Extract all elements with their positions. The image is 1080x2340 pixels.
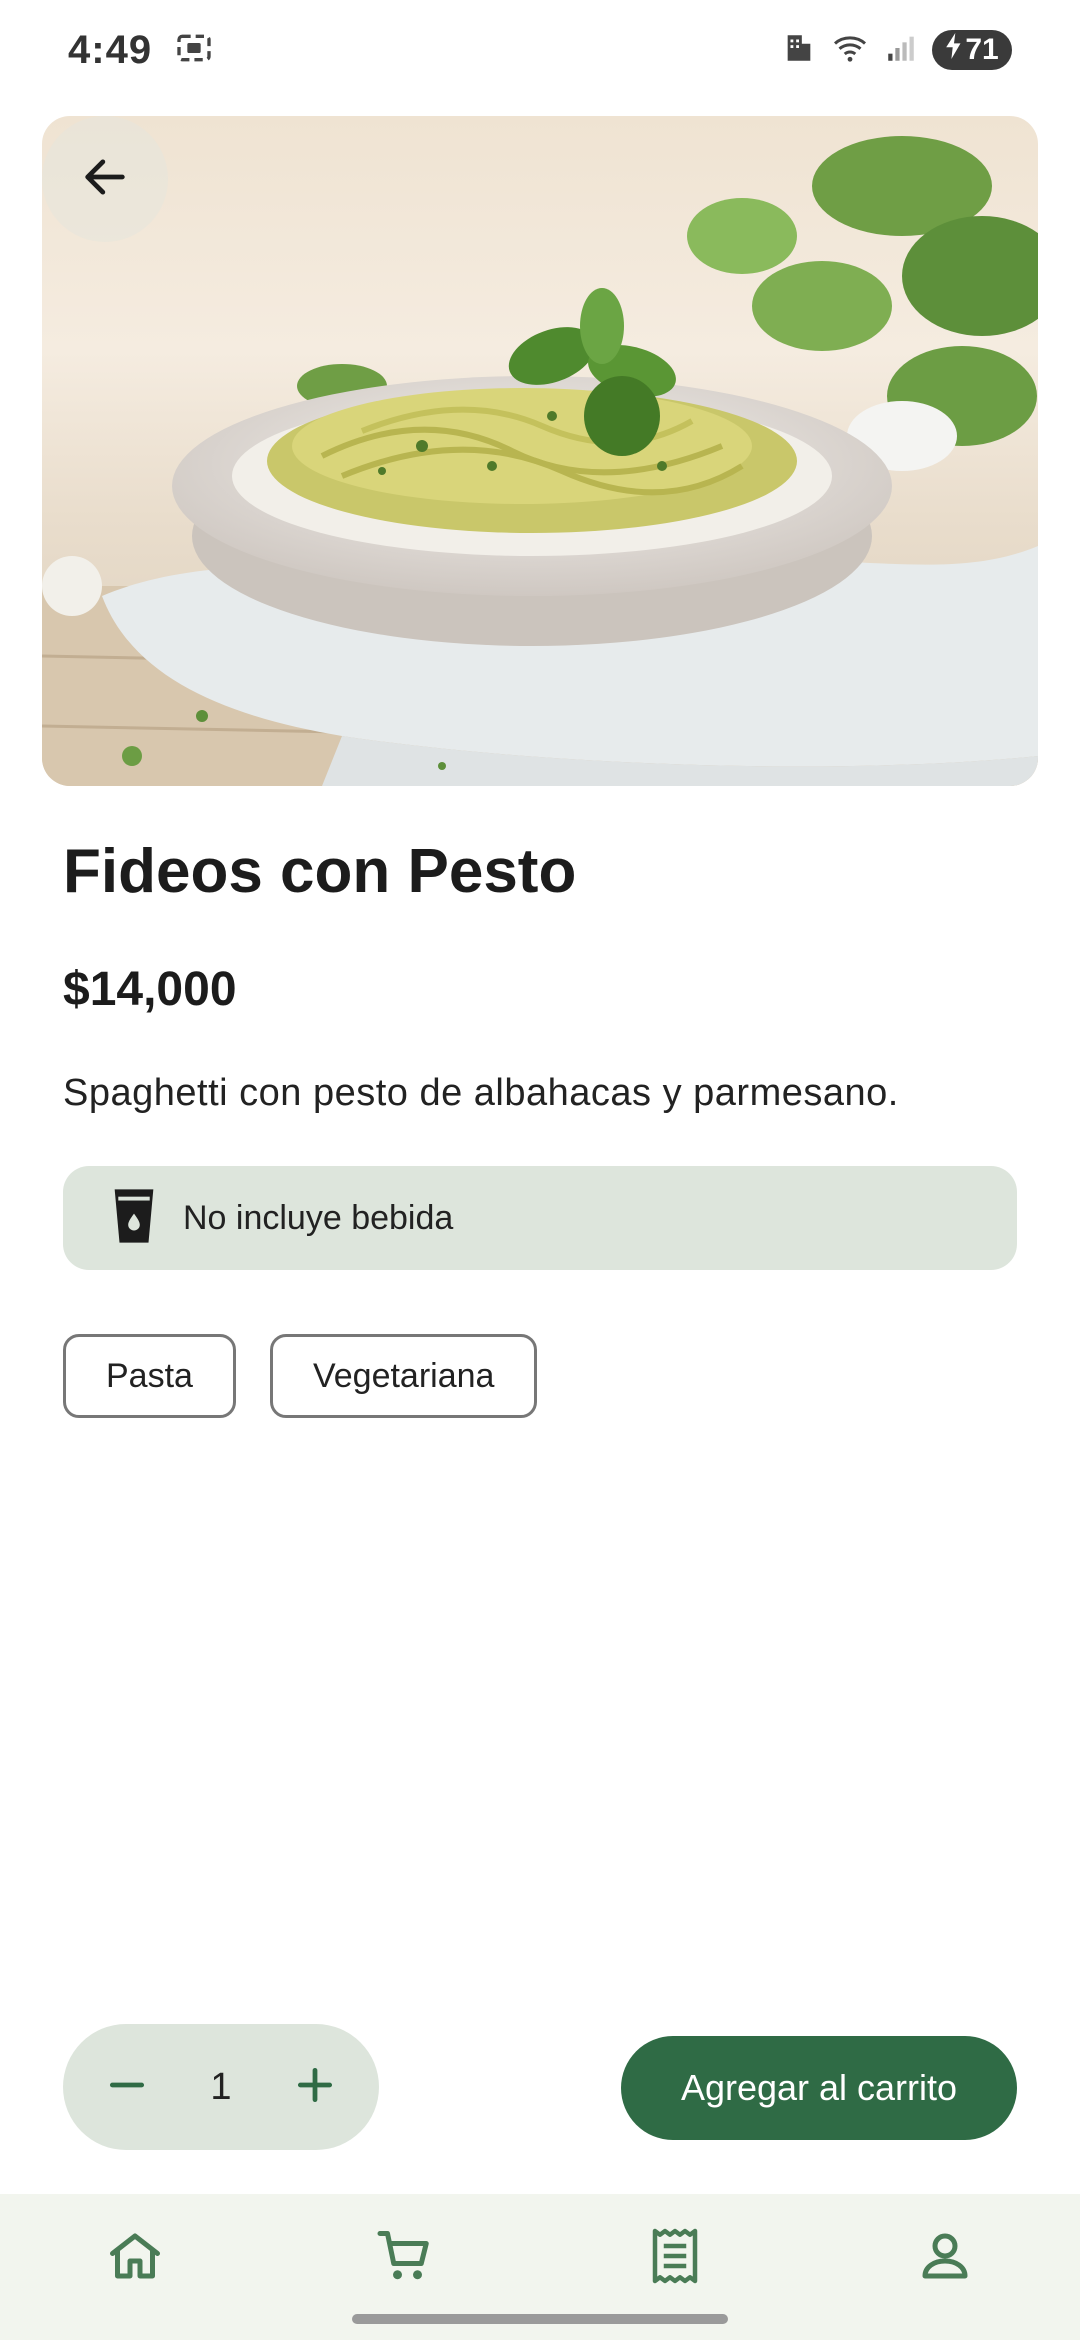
tag-list: Pasta Vegetariana: [63, 1334, 538, 1418]
product-description: Spaghetti con pesto de albahacas y parme…: [63, 1072, 899, 1114]
product-detail-screen: 4:49 71 Fideos con Pesto $14,000 Spaghet…: [0, 0, 1080, 2340]
person-icon: [915, 2226, 975, 2291]
quantity-stepper: 1: [63, 2024, 379, 2150]
cup-icon: [109, 1187, 159, 1250]
plus-icon: [293, 2063, 337, 2112]
cart-icon: [375, 2226, 435, 2291]
battery-level: 71: [965, 33, 999, 66]
battery-indicator: 71: [932, 30, 1012, 70]
status-left: 4:49: [68, 28, 214, 73]
screenshot-icon: [174, 28, 214, 73]
nav-profile[interactable]: [885, 2213, 1005, 2303]
decrease-button[interactable]: [99, 2059, 155, 2115]
nav-home[interactable]: [75, 2213, 195, 2303]
nav-cart[interactable]: [345, 2213, 465, 2303]
charging-icon: [945, 33, 963, 67]
home-icon: [105, 2226, 165, 2291]
status-bar: 4:49 71: [0, 0, 1080, 100]
tag-pasta[interactable]: Pasta: [63, 1334, 236, 1418]
minus-icon: [105, 2063, 149, 2112]
quantity-value: 1: [210, 2065, 232, 2108]
arrow-back-icon: [79, 151, 131, 208]
nav-orders[interactable]: [615, 2213, 735, 2303]
signal-icon: [884, 31, 918, 70]
tag-vegetariana[interactable]: Vegetariana: [269, 1334, 538, 1418]
home-indicator: [352, 2314, 728, 2324]
product-image: [42, 116, 1038, 786]
add-to-cart-button[interactable]: Agregar al carrito: [621, 2036, 1017, 2140]
wifi-icon: [830, 30, 870, 71]
product-title: Fideos con Pesto: [63, 837, 577, 906]
pesto-pasta-illustration: [42, 136, 1038, 786]
receipt-icon: [645, 2226, 705, 2291]
drink-notice: No incluye bebida: [63, 1166, 1017, 1270]
building-icon: [782, 30, 816, 71]
status-right: 71: [782, 30, 1012, 71]
status-time: 4:49: [68, 27, 153, 72]
back-button[interactable]: [42, 116, 168, 242]
increase-button[interactable]: [287, 2059, 343, 2115]
drink-notice-text: No incluye bebida: [183, 1198, 454, 1237]
product-price: $14,000: [63, 963, 237, 1016]
